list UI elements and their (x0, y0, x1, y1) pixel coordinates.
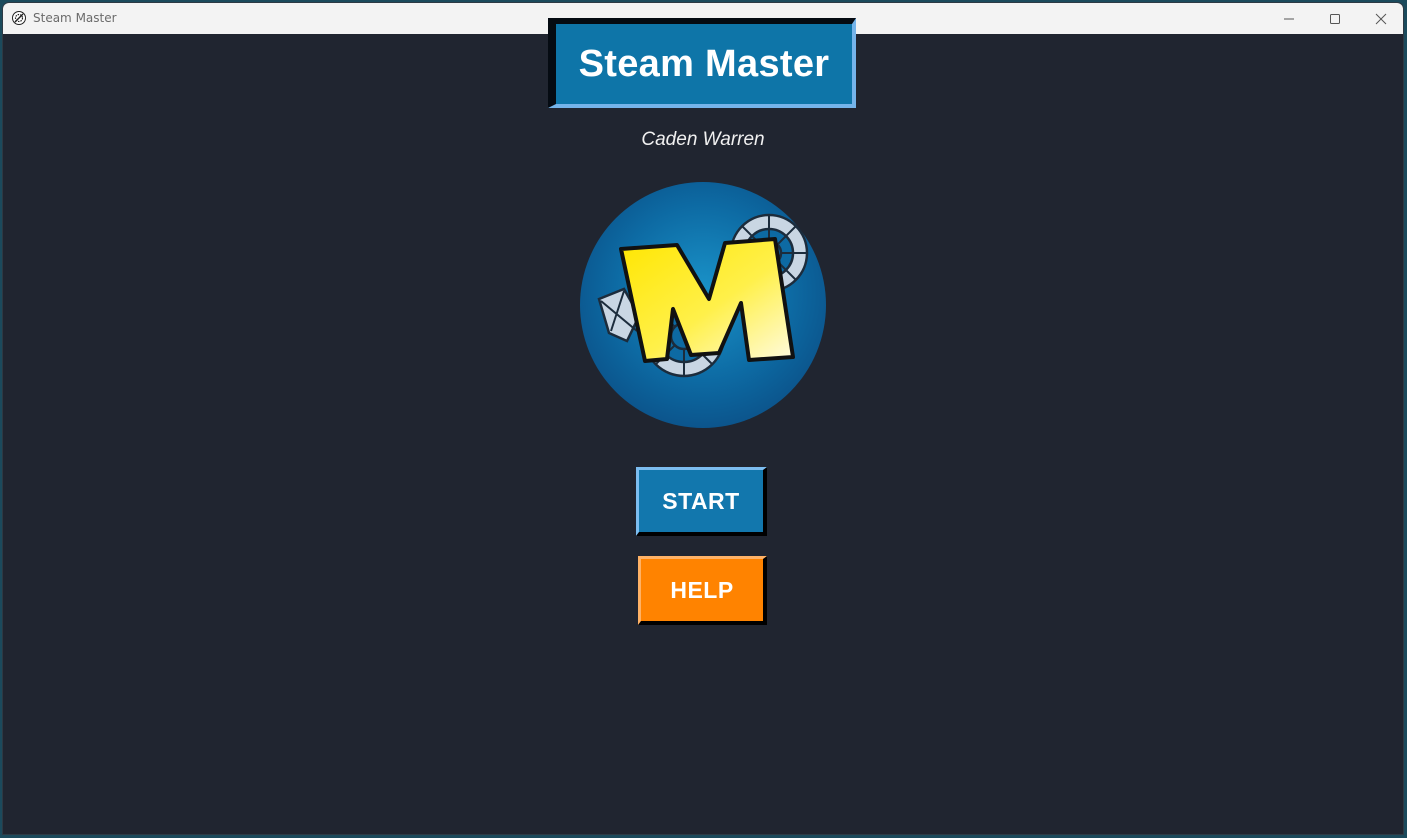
maximize-icon (1330, 13, 1340, 24)
maximize-button[interactable] (1312, 3, 1358, 34)
start-button[interactable]: START (636, 467, 767, 536)
close-button[interactable] (1358, 3, 1403, 34)
minimize-button[interactable] (1266, 3, 1312, 34)
app-title-banner: Steam Master (548, 18, 856, 108)
app-window: Steam Master Steam Master Caden Warren S… (3, 3, 1403, 834)
close-icon (1375, 13, 1387, 24)
minimize-icon (1284, 18, 1294, 19)
window-title: Steam Master (33, 11, 117, 25)
steam-gears-logo-icon (580, 182, 826, 428)
app-title: Steam Master (578, 42, 830, 85)
app-icon (12, 11, 26, 25)
help-button[interactable]: HELP (638, 556, 767, 625)
author-name: Caden Warren (641, 129, 765, 150)
